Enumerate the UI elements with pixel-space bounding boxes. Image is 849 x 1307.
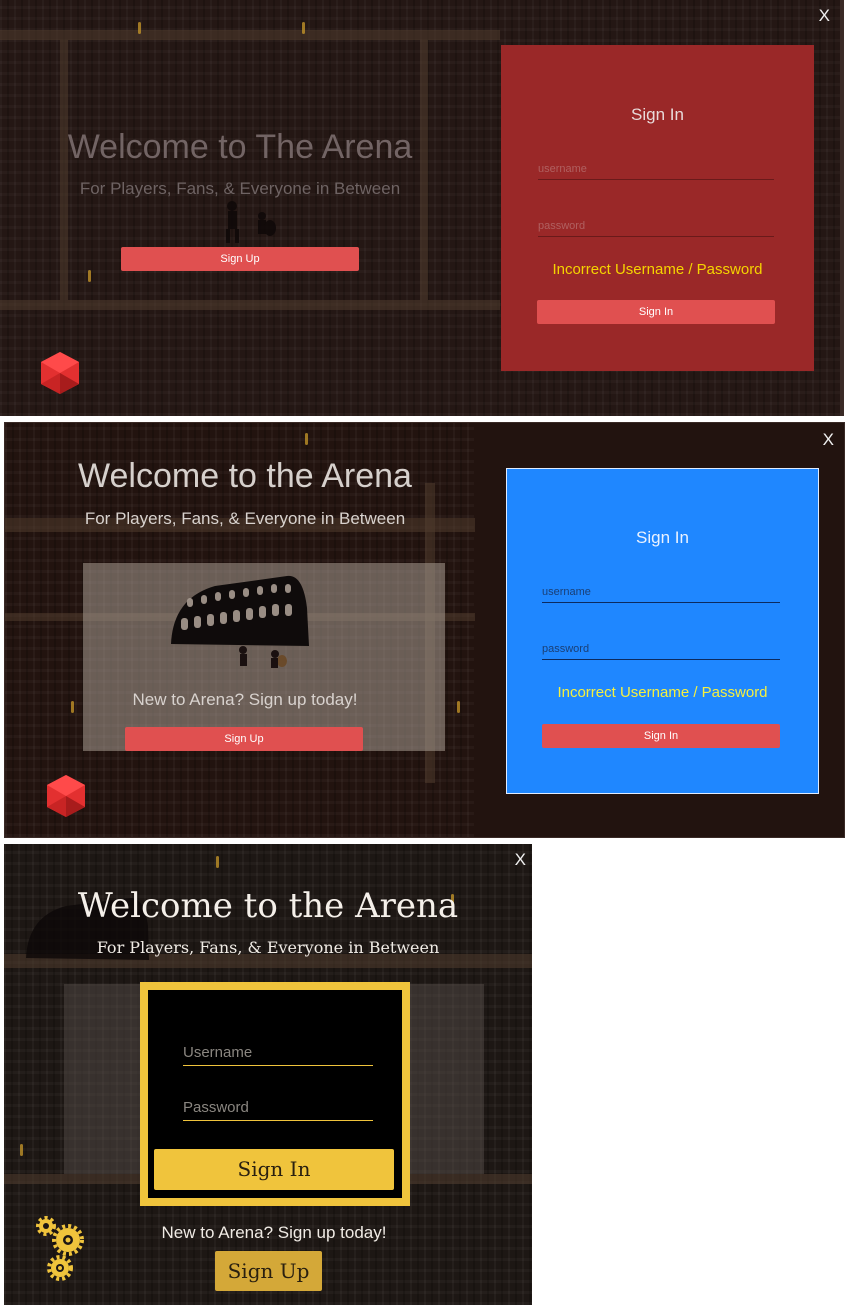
close-button[interactable]: X <box>819 6 830 26</box>
username-field[interactable]: Username <box>183 1044 373 1066</box>
background-beam <box>0 300 500 310</box>
username-field[interactable]: username <box>538 163 774 180</box>
welcome-subtitle: For Players, Fans, & Everyone in Between <box>96 938 440 957</box>
arena-login-window-blue: X Welcome to the Arena For Players, Fans… <box>4 422 845 838</box>
password-field[interactable]: Password <box>183 1099 373 1121</box>
background-beam <box>420 40 428 300</box>
sign-in-panel: Sign In username password Incorrect User… <box>506 468 819 794</box>
sign-in-title: Sign In <box>636 528 689 547</box>
password-field[interactable]: password <box>542 643 780 660</box>
sign-up-button[interactable]: Sign Up <box>125 727 363 751</box>
torch <box>138 22 141 34</box>
welcome-title: Welcome to the Arena <box>78 457 412 495</box>
sign-in-title: Sign In <box>631 105 684 124</box>
gladiator-silhouette <box>226 201 276 243</box>
sign-in-panel: Sign In username password Incorrect User… <box>501 45 814 371</box>
torch <box>216 856 219 868</box>
background-beam <box>60 40 68 300</box>
welcome-title: Welcome to the Arena <box>77 886 459 926</box>
torch <box>20 1144 23 1156</box>
welcome-title: Welcome to The Arena <box>67 128 413 166</box>
close-button[interactable]: X <box>823 430 834 450</box>
signup-prompt: New to Arena? Sign up today! <box>161 1223 387 1242</box>
welcome-subtitle: For Players, Fans, & Everyone in Between <box>79 179 401 198</box>
sign-in-button[interactable]: Sign In <box>542 724 780 748</box>
red-hexagon-icon <box>47 775 85 817</box>
torch <box>88 270 91 282</box>
sign-in-button[interactable]: Sign In <box>537 300 775 324</box>
red-hexagon-icon <box>41 352 79 394</box>
sign-up-button[interactable]: Sign Up <box>121 247 359 271</box>
torch <box>305 433 308 445</box>
arena-login-window-gold: X Welcome to the Arena For Players, Fans… <box>4 844 532 1305</box>
error-message: Incorrect Username / Password <box>552 261 763 278</box>
password-field[interactable]: password <box>538 220 774 237</box>
colosseum-icon <box>171 575 309 668</box>
arena-login-window-red: X Welcome to The Arena For Players, Fans… <box>0 0 844 416</box>
error-message: Incorrect Username / Password <box>557 684 768 701</box>
torch <box>302 22 305 34</box>
username-field[interactable]: username <box>542 586 780 603</box>
signup-prompt: New to Arena? Sign up today! <box>132 690 358 709</box>
close-button[interactable]: X <box>515 850 526 870</box>
sign-in-button[interactable]: Sign In <box>154 1149 394 1190</box>
background-beam <box>0 30 500 40</box>
sign-up-button[interactable]: Sign Up <box>215 1251 322 1291</box>
welcome-subtitle: For Players, Fans, & Everyone in Between <box>84 509 406 528</box>
sign-in-panel: Username Password Sign In <box>140 982 410 1206</box>
